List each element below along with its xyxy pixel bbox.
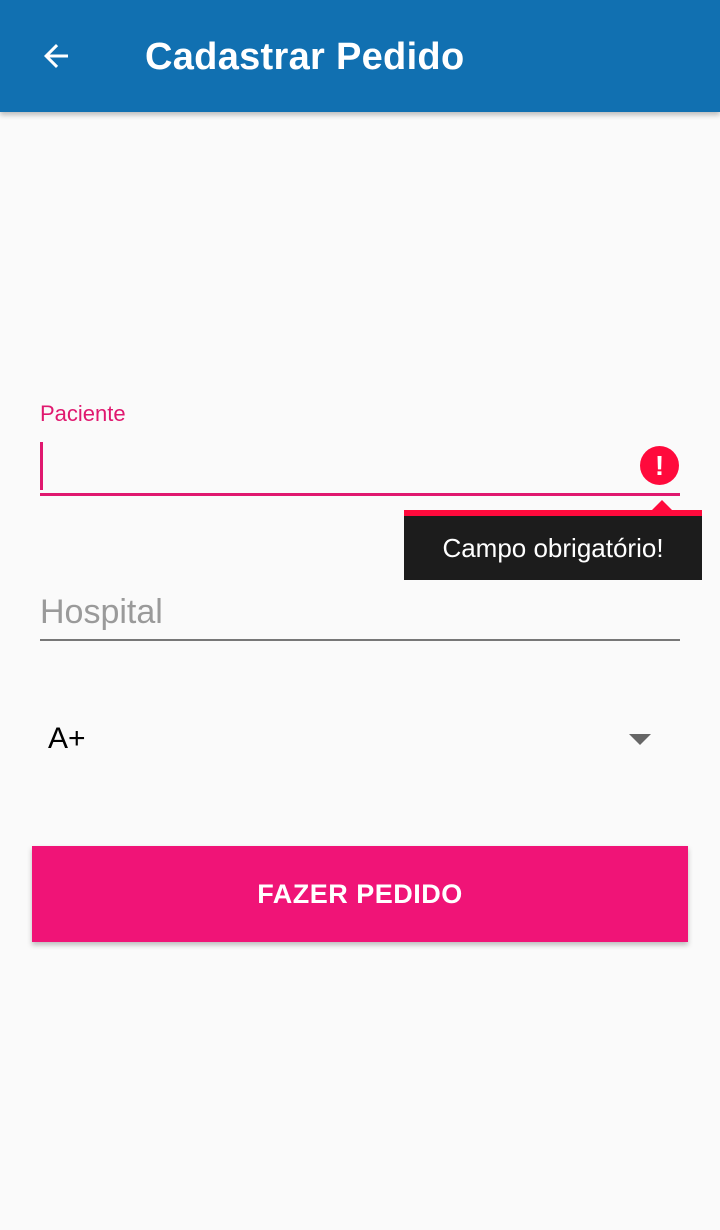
error-tooltip: Campo obrigatório! (404, 510, 702, 580)
blood-type-value: A+ (48, 722, 86, 755)
app-bar: Cadastrar Pedido (0, 0, 720, 112)
blood-type-dropdown[interactable]: A+ (40, 708, 680, 770)
arrow-left-icon (44, 44, 68, 68)
caret-down-icon (629, 734, 651, 745)
paciente-label: Paciente (40, 401, 126, 426)
back-button[interactable] (24, 24, 88, 88)
tooltip-pointer (652, 500, 672, 510)
hospital-input[interactable] (40, 585, 680, 641)
paciente-input[interactable] (40, 440, 680, 496)
submit-order-button[interactable]: FAZER PEDIDO (32, 846, 688, 942)
page-title: Cadastrar Pedido (145, 36, 465, 78)
error-icon: ! (640, 446, 679, 485)
text-cursor (40, 442, 43, 490)
screen: Cadastrar Pedido Paciente ! Campo obriga… (0, 0, 720, 1230)
